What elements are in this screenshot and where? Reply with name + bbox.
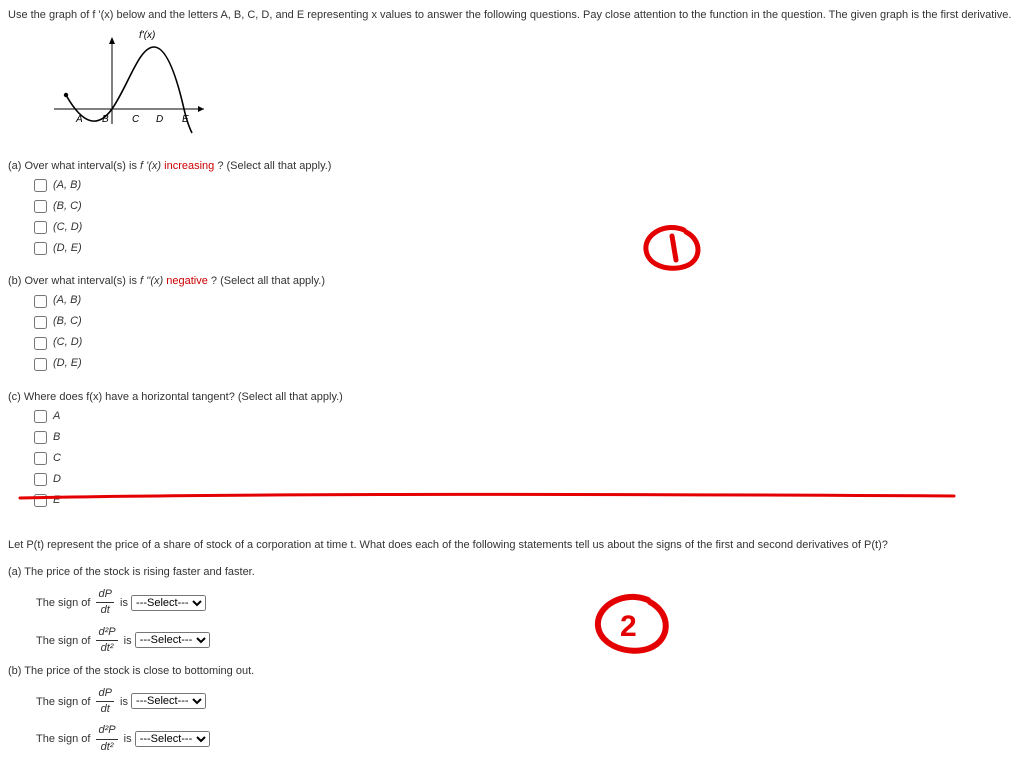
q2b-select-1[interactable]: ---Select--- <box>131 693 206 709</box>
xlabel-C: C <box>132 114 140 125</box>
part-b-cb-0[interactable] <box>34 295 47 308</box>
num3: dP <box>96 686 113 702</box>
part-b-lbl-3: (D, E) <box>53 356 82 371</box>
part-a-lbl-0: (A, B) <box>53 178 81 193</box>
q2b-line1: The sign of dP dt is ---Select--- <box>36 686 1016 718</box>
part-b-key: negative <box>166 275 208 287</box>
frac-d2p-dt2-1: d²P dt² <box>96 625 117 657</box>
sign-pre-2: The sign of <box>36 634 90 646</box>
part-c-cb-3[interactable] <box>34 473 47 486</box>
frac-dp-dt-1: dP dt <box>96 587 113 619</box>
part-a-post: ? (Select all that apply.) <box>217 160 331 172</box>
part-a-option-0: (A, B) <box>30 176 1016 195</box>
part-a-func: f '(x) <box>140 160 161 172</box>
part-b-func: f ''(x) <box>140 275 163 287</box>
part-b-lbl-0: (A, B) <box>53 293 81 308</box>
part-a-option-1: (B, C) <box>30 197 1016 216</box>
part-b-post: ? (Select all that apply.) <box>211 275 325 287</box>
q2b-line2: The sign of d²P dt² is ---Select--- <box>36 723 1016 755</box>
hand-annotation-2: 2 <box>590 590 680 660</box>
part-a-cb-3[interactable] <box>34 242 47 255</box>
q2a-line2: The sign of d²P dt² is ---Select--- <box>36 625 1016 657</box>
q2a-label: (a) The price of the stock is rising fas… <box>8 565 1016 580</box>
xlabel-A: A <box>75 114 83 125</box>
graph-derivative: A B C D E f'(x) <box>44 29 1016 144</box>
part-c-option-3: D <box>30 470 1016 489</box>
part-b-option-0: (A, B) <box>30 292 1016 311</box>
part-a-option-3: (D, E) <box>30 239 1016 258</box>
q2a-select-2[interactable]: ---Select--- <box>135 632 210 648</box>
part-c-option-0: A <box>30 407 1016 426</box>
part-a-cb-0[interactable] <box>34 179 47 192</box>
part-b-lbl-1: (B, C) <box>53 314 82 329</box>
xlabel-E: E <box>182 114 189 125</box>
part-b-cb-2[interactable] <box>34 337 47 350</box>
q2-intro: Let P(t) represent the price of a share … <box>8 538 1016 553</box>
q2a-select-1[interactable]: ---Select--- <box>131 595 206 611</box>
num4: d²P <box>96 723 117 739</box>
den4: dt² <box>96 740 117 755</box>
den3: dt <box>96 702 113 717</box>
part-a-option-2: (C, D) <box>30 218 1016 237</box>
part-a-cb-2[interactable] <box>34 221 47 234</box>
q1-intro: Use the graph of f '(x) below and the le… <box>8 8 1016 23</box>
part-b-prompt: (b) Over what interval(s) is f ''(x) neg… <box>8 274 1016 289</box>
hand-annotation-underline <box>18 490 958 504</box>
den2: dt² <box>96 641 117 656</box>
part-c-lbl-3: D <box>53 472 61 487</box>
q2b-label: (b) The price of the stock is close to b… <box>8 664 1016 679</box>
part-c-lbl-2: C <box>53 451 61 466</box>
part-a-lbl-2: (C, D) <box>53 220 82 235</box>
q2b-select-2[interactable]: ---Select--- <box>135 731 210 747</box>
part-b-pre: (b) Over what interval(s) is <box>8 275 140 287</box>
part-a-lbl-3: (D, E) <box>53 241 82 256</box>
part-a-cb-1[interactable] <box>34 200 47 213</box>
part-c-cb-2[interactable] <box>34 452 47 465</box>
part-b-option-3: (D, E) <box>30 355 1016 374</box>
is-1: is <box>120 597 128 609</box>
part-a-lbl-1: (B, C) <box>53 199 82 214</box>
is-2: is <box>124 634 132 646</box>
part-a-key: increasing <box>164 160 214 172</box>
svg-text:2: 2 <box>620 610 637 643</box>
part-b-option-2: (C, D) <box>30 334 1016 353</box>
den1: dt <box>96 603 113 618</box>
part-b-cb-1[interactable] <box>34 316 47 329</box>
part-c-cb-0[interactable] <box>34 410 47 423</box>
sign-pre-4: The sign of <box>36 733 90 745</box>
part-b-cb-3[interactable] <box>34 358 47 371</box>
xlabel-D: D <box>156 114 163 125</box>
part-c-option-1: B <box>30 428 1016 447</box>
is-4: is <box>124 733 132 745</box>
part-c-cb-1[interactable] <box>34 431 47 444</box>
hand-annotation-1 <box>636 220 710 276</box>
sign-pre-1: The sign of <box>36 597 90 609</box>
part-c-lbl-1: B <box>53 430 60 445</box>
xlabel-B: B <box>102 114 109 125</box>
is-3: is <box>120 695 128 707</box>
part-b-lbl-2: (C, D) <box>53 335 82 350</box>
part-c-lbl-0: A <box>53 409 60 424</box>
num2: d²P <box>96 625 117 641</box>
part-b-option-1: (B, C) <box>30 313 1016 332</box>
q2a-line1: The sign of dP dt is ---Select--- <box>36 587 1016 619</box>
sign-pre-3: The sign of <box>36 695 90 707</box>
graph-title: f'(x) <box>139 30 155 41</box>
part-c-option-2: C <box>30 449 1016 468</box>
num1: dP <box>96 587 113 603</box>
part-a-pre: (a) Over what interval(s) is <box>8 160 140 172</box>
part-c-prompt: (c) Where does f(x) have a horizontal ta… <box>8 390 1016 405</box>
frac-d2p-dt2-2: d²P dt² <box>96 723 117 755</box>
part-a-prompt: (a) Over what interval(s) is f '(x) incr… <box>8 159 1016 174</box>
frac-dp-dt-2: dP dt <box>96 686 113 718</box>
